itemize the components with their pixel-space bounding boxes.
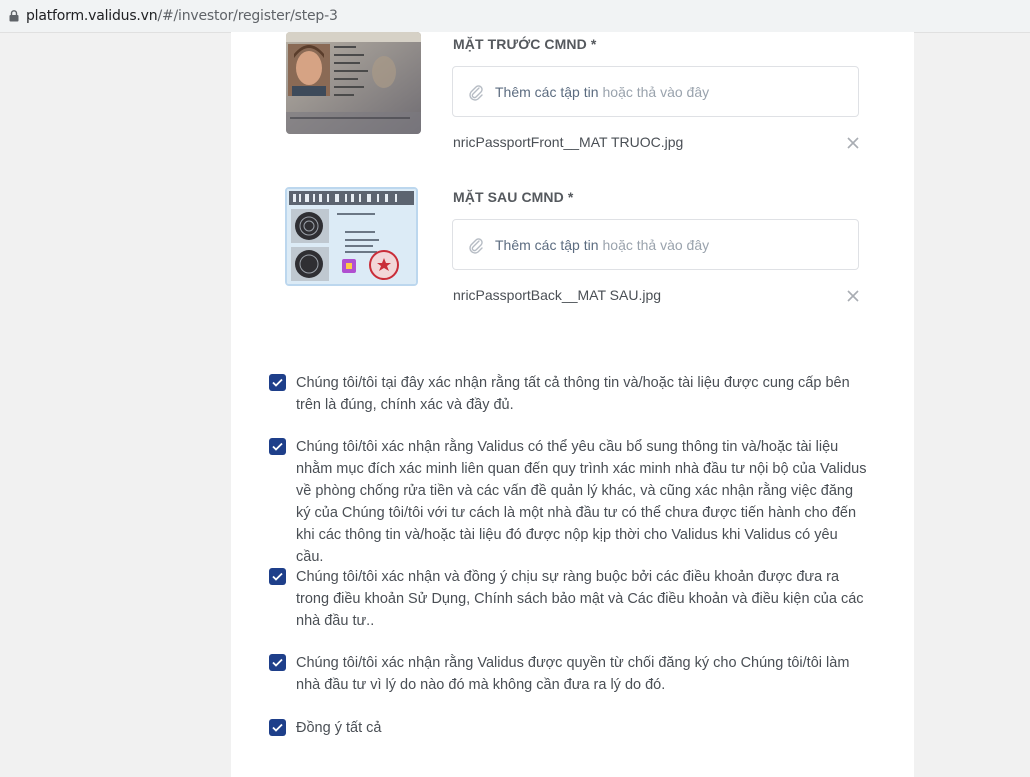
consent-verification[interactable]: Chúng tôi/tôi xác nhận rằng Validus có t… <box>269 436 869 568</box>
consent-terms[interactable]: Chúng tôi/tôi xác nhận và đồng ý chịu sự… <box>269 566 869 632</box>
id-front-thumbnail <box>286 32 421 134</box>
front-id-filename: nricPassportFront__MAT TRUOC.jpg <box>453 134 684 150</box>
consent-text: Chúng tôi/tôi xác nhận và đồng ý chịu sự… <box>296 569 864 629</box>
lock-icon[interactable] <box>6 8 22 24</box>
consent-refusal[interactable]: Chúng tôi/tôi xác nhận rằng Validus được… <box>269 652 869 696</box>
close-icon[interactable] <box>845 135 861 151</box>
checkmark-icon <box>272 723 283 732</box>
registration-card: MẶT TRƯỚC CMND * Thêm các tập tin hoặc t… <box>231 32 914 777</box>
agree-all-text: Đồng ý tất cả <box>296 720 382 736</box>
checkmark-icon <box>272 378 283 387</box>
url-domain: platform.validus.vn <box>26 8 158 24</box>
dropzone-action: Thêm các tập tin <box>495 236 599 253</box>
id-back-thumbnail <box>285 187 418 286</box>
checkmark-icon <box>272 442 283 451</box>
address-bar[interactable]: platform.validus.vn/#/investor/register/… <box>0 0 1030 33</box>
consent-text: Chúng tôi/tôi xác nhận rằng Validus được… <box>296 655 850 693</box>
consent-accuracy[interactable]: Chúng tôi/tôi tại đây xác nhận rằng tất … <box>269 372 869 416</box>
close-icon[interactable] <box>845 288 861 304</box>
consent-agree-all[interactable]: Đồng ý tất cả <box>269 717 869 739</box>
dropzone-hint: hoặc thả vào đây <box>602 83 710 100</box>
url-path: /#/investor/register/step-3 <box>157 8 338 24</box>
back-id-dropzone[interactable]: Thêm các tập tin hoặc thả vào đây <box>452 219 859 270</box>
consent-text: Chúng tôi/tôi tại đây xác nhận rằng tất … <box>296 375 850 413</box>
url-text[interactable]: platform.validus.vn/#/investor/register/… <box>26 8 338 24</box>
checkbox[interactable] <box>269 568 286 585</box>
paperclip-icon <box>468 236 486 254</box>
checkbox[interactable] <box>269 374 286 391</box>
checkbox[interactable] <box>269 438 286 455</box>
checkmark-icon <box>272 658 283 667</box>
front-id-label: MẶT TRƯỚC CMND * <box>453 36 597 52</box>
back-id-filename: nricPassportBack__MAT SAU.jpg <box>453 287 662 303</box>
front-id-dropzone[interactable]: Thêm các tập tin hoặc thả vào đây <box>452 66 859 117</box>
checkbox[interactable] <box>269 719 286 736</box>
paperclip-icon <box>468 83 486 101</box>
back-id-label: MẶT SAU CMND * <box>453 189 574 205</box>
dropzone-action: Thêm các tập tin <box>495 83 599 100</box>
checkbox[interactable] <box>269 654 286 671</box>
dropzone-hint: hoặc thả vào đây <box>602 236 710 253</box>
consent-text: Chúng tôi/tôi xác nhận rằng Validus có t… <box>296 439 867 565</box>
checkmark-icon <box>272 572 283 581</box>
